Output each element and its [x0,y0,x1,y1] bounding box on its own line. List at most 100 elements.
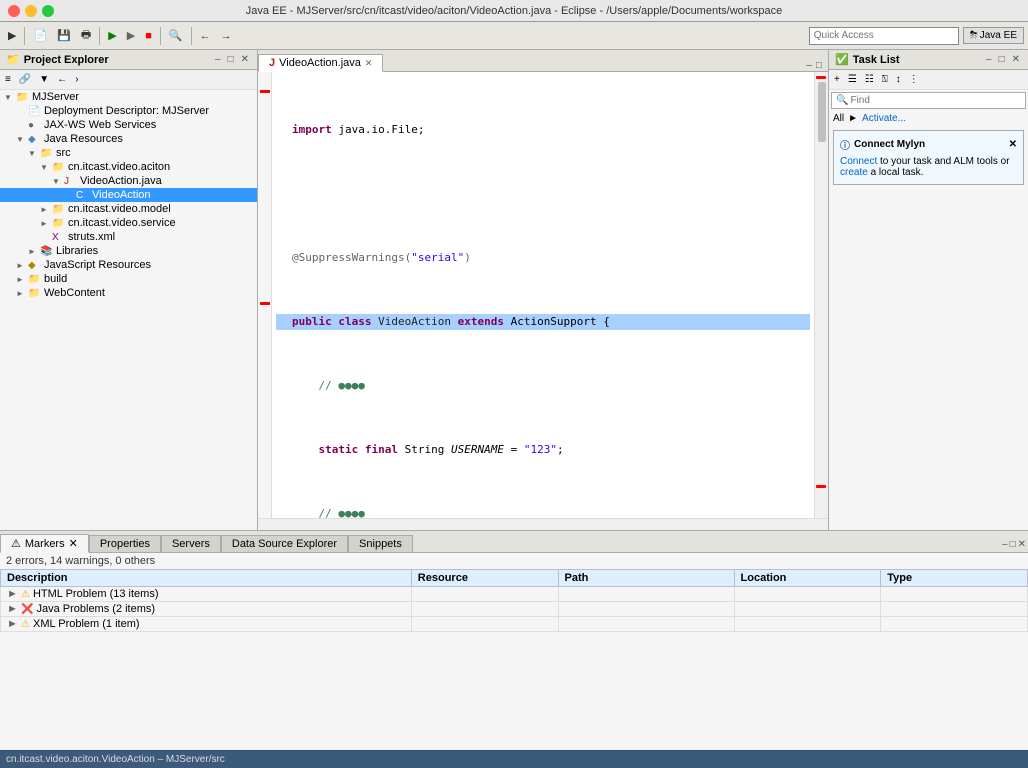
marker-description: ► ❌ Java Problems (2 items) [1,602,412,617]
quick-access-input[interactable] [809,27,959,45]
bottom-close-btn[interactable]: ✕ [1018,539,1026,550]
src-icon: 📁 [40,148,54,159]
col-description: Description [1,570,412,587]
toolbar-file-btn[interactable]: ▶ [4,27,20,44]
status-bar: cn.itcast.video.aciton.VideoAction – MJS… [0,750,1028,768]
close-panel-btn[interactable]: ✕ [239,54,251,65]
activate-label[interactable]: Activate... [862,113,906,124]
minimize-button[interactable] [25,5,37,17]
tree-item-videoaction-class[interactable]: C VideoAction [0,188,257,202]
marker-resource [411,602,558,617]
task-maximize-btn[interactable]: □ [997,54,1007,65]
explorer-forward-btn[interactable]: › [72,72,81,87]
code-text: static final String USERNAME = "123"; [292,442,564,458]
maximize-panel-btn[interactable]: □ [226,54,236,65]
collapse-all-btn[interactable]: ≡ [2,72,14,87]
create-link[interactable]: create [840,167,868,178]
editor-maximize-btn[interactable]: □ [814,60,824,71]
code-editor[interactable]: import java.io.File; @SuppressWarnings("… [272,72,814,518]
code-line: static final String USERNAME = "123"; [276,442,810,458]
tree-item-cn-service[interactable]: ► 📁 cn.itcast.video.service [0,216,257,230]
marker-resource [411,587,558,602]
window-controls[interactable] [8,5,54,17]
tree-item-videoaction-java[interactable]: ▼ J VideoAction.java [0,174,257,188]
scrollbar-thumb[interactable] [818,82,826,142]
task-list-icon: ✅ [835,53,849,66]
toolbar-sep-3 [160,27,161,45]
expand-icon[interactable]: ► [7,588,18,600]
tree-item-cn-model[interactable]: ► 📁 cn.itcast.video.model [0,202,257,216]
toolbar-debug-btn[interactable]: ▶ [123,27,139,44]
bottom-maximize-btn[interactable]: □ [1010,539,1016,550]
mylyn-desc-text: to your task and ALM tools or [880,156,1010,167]
maximize-button[interactable] [42,5,54,17]
marker-label: HTML Problem (13 items) [33,588,159,600]
editor-minimize-btn[interactable]: – [804,60,814,71]
tree-item-deployment[interactable]: 📄 Deployment Descriptor: MJServer [0,104,257,118]
close-button[interactable] [8,5,20,17]
task-minimize-btn[interactable]: – [984,54,994,65]
tree-item-src[interactable]: ▼ 📁 src [0,146,257,160]
expand-icon[interactable]: ► [7,618,18,630]
tree-item-build[interactable]: ► 📁 build [0,272,257,286]
tree-item-struts[interactable]: X struts.xml [0,230,257,244]
task-list-btn[interactable]: ☰ [845,72,860,87]
table-row[interactable]: ► ❌ Java Problems (2 items) [1,602,1028,617]
tab-snippets[interactable]: Snippets [348,535,413,552]
perspective-java-ee[interactable]: ⛈ Java EE [963,27,1024,44]
connect-link[interactable]: Connect [840,156,877,167]
editor-tabs: J VideoAction.java ✕ – □ [258,50,828,72]
editor-tab-videoaction[interactable]: J VideoAction.java ✕ [258,54,383,72]
window-title: Java EE - MJServer/src/cn/itcast/video/a… [246,5,783,17]
tree-item-java-resources[interactable]: ▼ ◆ Java Resources [0,132,257,146]
arrow-icon: ▼ [40,163,52,172]
toolbar-print-btn[interactable]: 🖶 [77,24,95,47]
task-group-btn[interactable]: ☷ [862,72,877,87]
task-new-btn[interactable]: + [831,72,843,87]
minimize-panel-btn[interactable]: – [213,54,223,65]
tree-item-js-resources[interactable]: ► ◆ JavaScript Resources [0,258,257,272]
toolbar-run-btn[interactable]: ▶ [104,27,120,44]
bottom-minimize-btn[interactable]: – [1002,539,1008,550]
markers-tab-close[interactable]: ✕ [69,537,78,550]
editor-scrollbar[interactable] [814,72,828,518]
task-list-panel: ✅ Task List – □ ✕ + ☰ ☷ ⍂ ↕ ⋮ 🔍 [828,50,1028,530]
toolbar-forward-btn[interactable]: → [217,28,236,44]
tab-close-btn[interactable]: ✕ [365,58,373,69]
tab-properties[interactable]: Properties [89,535,161,552]
tab-markers[interactable]: ⚠ Markers ✕ [0,534,89,553]
toolbar-save-btn[interactable]: 💾 [53,27,75,44]
tree-item-libraries[interactable]: ► 📚 Libraries [0,244,257,258]
marker-location [734,602,881,617]
task-sort-btn[interactable]: ↕ [893,72,904,87]
marker-type [881,617,1028,632]
editor-area: J VideoAction.java ✕ – □ [258,50,828,530]
task-collapse-btn[interactable]: ⋮ [906,72,922,87]
marker-description: ► ⚠ XML Problem (1 item) [1,617,412,632]
markers-content: 2 errors, 14 warnings, 0 others Descript… [0,553,1028,750]
table-row[interactable]: ► ⚠ HTML Problem (13 items) [1,587,1028,602]
toolbar-stop-btn[interactable]: ■ [141,28,156,44]
expand-icon[interactable]: ► [7,603,18,615]
tree-item-jaxws[interactable]: ● JAX-WS Web Services [0,118,257,132]
arrow-icon: ► [40,205,52,214]
task-close-btn[interactable]: ✕ [1010,54,1022,65]
table-row[interactable]: ► ⚠ XML Problem (1 item) [1,617,1028,632]
tab-servers[interactable]: Servers [161,535,221,552]
tree-item-webcontent[interactable]: ► 📁 WebContent [0,286,257,300]
toolbar-back-btn[interactable]: ← [196,28,215,44]
editor-horizontal-scroll[interactable] [258,518,828,530]
explorer-back-btn[interactable]: ← [54,72,70,87]
code-text: // ●●●● [292,506,365,518]
tree-item-cn-package[interactable]: ▼ 📁 cn.itcast.video.aciton [0,160,257,174]
task-find-input[interactable] [850,95,930,106]
link-editor-btn[interactable]: 🔗 [16,72,34,87]
col-type: Type [881,570,1028,587]
tab-data-source[interactable]: Data Source Explorer [221,535,348,552]
explorer-menu-btn[interactable]: ▼ [36,72,52,87]
tree-item-mjserver[interactable]: ▼ 📁 MJServer [0,90,257,104]
task-filter-btn[interactable]: ⍂ [879,72,891,87]
toolbar-new-btn[interactable]: 📄 [29,27,51,44]
toolbar-search-btn[interactable]: 🔍 [165,27,187,44]
mylyn-close-btn[interactable]: ✕ [1009,139,1017,150]
